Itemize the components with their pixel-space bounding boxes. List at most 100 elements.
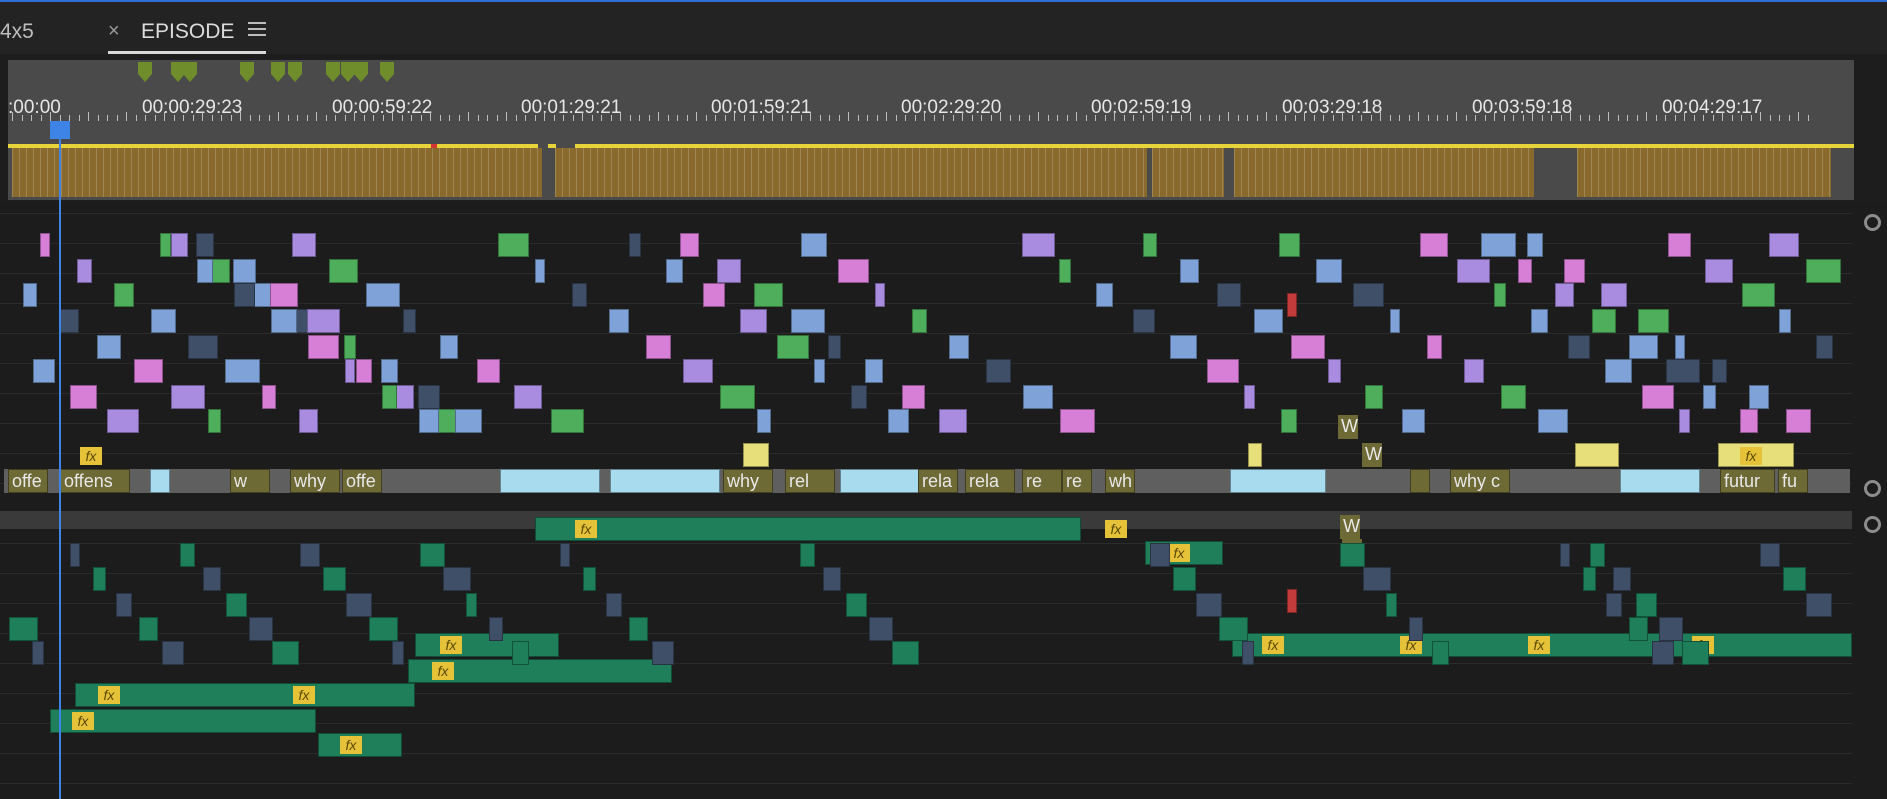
timeline-clip[interactable] — [1420, 233, 1448, 257]
timeline-clip[interactable] — [1806, 259, 1841, 283]
timeline-clip[interactable] — [1316, 259, 1342, 283]
timeline-clip[interactable] — [382, 385, 397, 409]
video-clip[interactable]: offe — [342, 469, 382, 493]
timeline-clip[interactable] — [551, 409, 584, 433]
video-clip[interactable] — [1410, 469, 1430, 493]
timeline-clip[interactable] — [791, 309, 825, 333]
timeline-clip[interactable] — [949, 335, 969, 359]
video-clip[interactable]: fu — [1778, 469, 1808, 493]
audio-clip-small[interactable] — [1432, 641, 1449, 665]
timeline-clip[interactable] — [1705, 259, 1733, 283]
timeline-clip[interactable] — [1742, 283, 1775, 307]
timeline-clip[interactable] — [233, 259, 256, 283]
timeline-clip[interactable] — [838, 259, 869, 283]
audio-clip-small[interactable] — [1386, 593, 1397, 617]
timeline-clip[interactable] — [1538, 409, 1568, 433]
audio-clip[interactable] — [415, 633, 559, 657]
audio-clip-small[interactable] — [869, 617, 893, 641]
timeline-clip[interactable] — [1638, 309, 1669, 333]
timeline-clip[interactable] — [160, 233, 171, 257]
video-clip[interactable]: W — [1362, 443, 1382, 467]
timeline-clip[interactable] — [1180, 259, 1199, 283]
timeline-clip[interactable] — [851, 385, 867, 409]
audio-clip-small[interactable] — [489, 617, 503, 641]
timeline-clip[interactable] — [1279, 233, 1300, 257]
timeline-clip[interactable] — [455, 409, 482, 433]
timeline-clip[interactable] — [114, 283, 134, 307]
timeline-clip[interactable] — [188, 335, 218, 359]
audio-clip-small[interactable] — [1806, 593, 1832, 617]
scroll-handle-middle[interactable] — [1864, 480, 1881, 497]
timeline-clip[interactable] — [1096, 283, 1113, 307]
audio-clip-small[interactable] — [846, 593, 867, 617]
timeline-clip[interactable] — [1464, 359, 1484, 383]
video-clip[interactable]: why c — [1450, 469, 1510, 493]
timeline-clip[interactable] — [1390, 309, 1400, 333]
timeline-clip[interactable] — [646, 335, 671, 359]
timeline-clip[interactable] — [720, 385, 755, 409]
timeline-clip[interactable] — [1402, 409, 1425, 433]
timeline-clip[interactable] — [477, 359, 500, 383]
audio-clip-small[interactable] — [606, 593, 622, 617]
timeline-clip[interactable] — [1527, 233, 1543, 257]
audio-clip-small[interactable] — [1606, 593, 1622, 617]
audio-clip-small[interactable] — [892, 641, 919, 665]
audio-clip-small[interactable] — [1783, 567, 1806, 591]
video-clip[interactable]: W — [1340, 515, 1360, 539]
timeline-clip[interactable] — [107, 409, 139, 433]
timeline-clip[interactable] — [440, 335, 458, 359]
timeline-clip[interactable] — [535, 259, 545, 283]
timeline-clip[interactable] — [1601, 283, 1627, 307]
timeline-clip[interactable] — [1143, 233, 1157, 257]
timeline-clip[interactable] — [403, 309, 416, 333]
video-clip-yellow[interactable] — [1248, 443, 1262, 467]
timeline-clip[interactable] — [1568, 335, 1590, 359]
audio-clip-small[interactable] — [1760, 543, 1780, 567]
timeline-clip[interactable] — [1494, 283, 1506, 307]
audio-clip-small[interactable] — [346, 593, 372, 617]
timeline-clip[interactable] — [1531, 309, 1548, 333]
timeline-clip[interactable] — [329, 259, 358, 283]
timeline-clip[interactable] — [97, 335, 121, 359]
audio-clip-small[interactable] — [1219, 617, 1248, 641]
audio-clip-small[interactable] — [1652, 641, 1674, 665]
timeline-clip[interactable] — [683, 359, 713, 383]
video-clip[interactable] — [1230, 469, 1326, 493]
timeline-clip[interactable] — [345, 359, 355, 383]
timeline-clip[interactable] — [33, 359, 55, 383]
timeline-clip[interactable] — [70, 385, 97, 409]
timeline-clip[interactable] — [262, 385, 276, 409]
audio-clip-small[interactable] — [466, 593, 477, 617]
audio-clip-small[interactable] — [70, 543, 80, 567]
audio-clip-small[interactable] — [1363, 567, 1391, 591]
audio-clip-small[interactable] — [652, 641, 674, 665]
timeline-clip[interactable] — [1457, 259, 1490, 283]
timeline-tracks[interactable]: offe offens w why offe why rel rela rela re re wh wh… — [0, 205, 1887, 799]
marker-icon[interactable] — [326, 62, 340, 82]
timeline-clip[interactable] — [1060, 409, 1095, 433]
timeline-clip[interactable] — [986, 359, 1011, 383]
audio-clip-red[interactable] — [1287, 589, 1297, 613]
time-ruler[interactable]: :00:00 00:00:29:23 00:00:59:22 00:01:29:… — [8, 60, 1854, 200]
hamburger-menu-icon[interactable] — [248, 22, 266, 40]
timeline-clip[interactable] — [208, 409, 221, 433]
audio-clip-small[interactable] — [583, 567, 596, 591]
video-clip[interactable]: re — [1022, 469, 1062, 493]
timeline-clip[interactable] — [902, 385, 925, 409]
video-clip[interactable]: offe — [8, 469, 48, 493]
audio-clip-small[interactable] — [1583, 567, 1596, 591]
timeline-clip[interactable] — [875, 283, 885, 307]
audio-clip-small[interactable] — [249, 617, 273, 641]
audio-clip-small[interactable] — [823, 567, 841, 591]
timeline-clip[interactable] — [171, 233, 188, 257]
timeline-clip[interactable] — [77, 259, 92, 283]
timeline-clip[interactable] — [1592, 309, 1616, 333]
audio-clip-small[interactable] — [32, 641, 44, 665]
timeline-clip[interactable] — [1217, 283, 1241, 307]
timeline-clip[interactable] — [609, 309, 629, 333]
timeline-clip[interactable] — [814, 359, 825, 383]
timeline-clip[interactable] — [498, 233, 529, 257]
timeline-clip[interactable] — [344, 335, 356, 359]
audio-clip-small[interactable] — [9, 617, 38, 641]
marker-icon[interactable] — [183, 62, 197, 82]
